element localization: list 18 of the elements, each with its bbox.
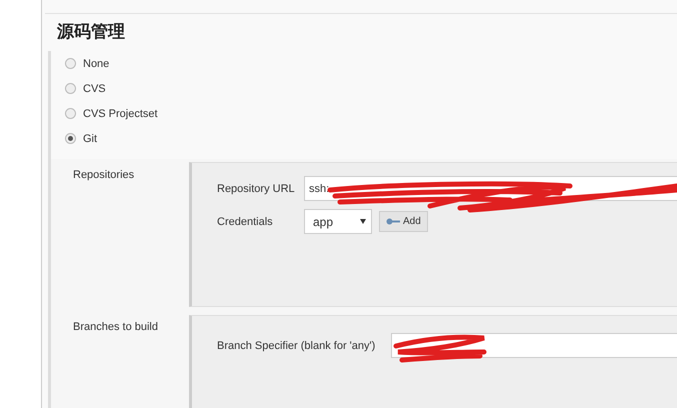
section-label: Repositories bbox=[73, 169, 134, 181]
radio-label: None bbox=[83, 58, 110, 70]
radio-button[interactable] bbox=[65, 58, 76, 69]
field-label: Credentials bbox=[217, 216, 274, 228]
add-button[interactable]: Add bbox=[379, 211, 428, 232]
section-label: Branches to build bbox=[73, 321, 158, 333]
field-label: Branch Specifier (blank for 'any') bbox=[217, 340, 376, 352]
radio-label: CVS bbox=[83, 82, 106, 94]
radio-label: Git bbox=[83, 132, 98, 144]
key-icon bbox=[386, 218, 400, 225]
radio-button[interactable] bbox=[65, 83, 76, 94]
radio-button[interactable] bbox=[65, 133, 76, 144]
radio-label: CVS Projectset bbox=[83, 108, 158, 120]
section-title: 源码管理 bbox=[56, 21, 126, 44]
radio-button[interactable] bbox=[65, 108, 76, 119]
caret-icon bbox=[360, 219, 366, 224]
credentials-dropdown[interactable]: app bbox=[304, 209, 372, 234]
field-label: Repository URL bbox=[217, 182, 296, 194]
